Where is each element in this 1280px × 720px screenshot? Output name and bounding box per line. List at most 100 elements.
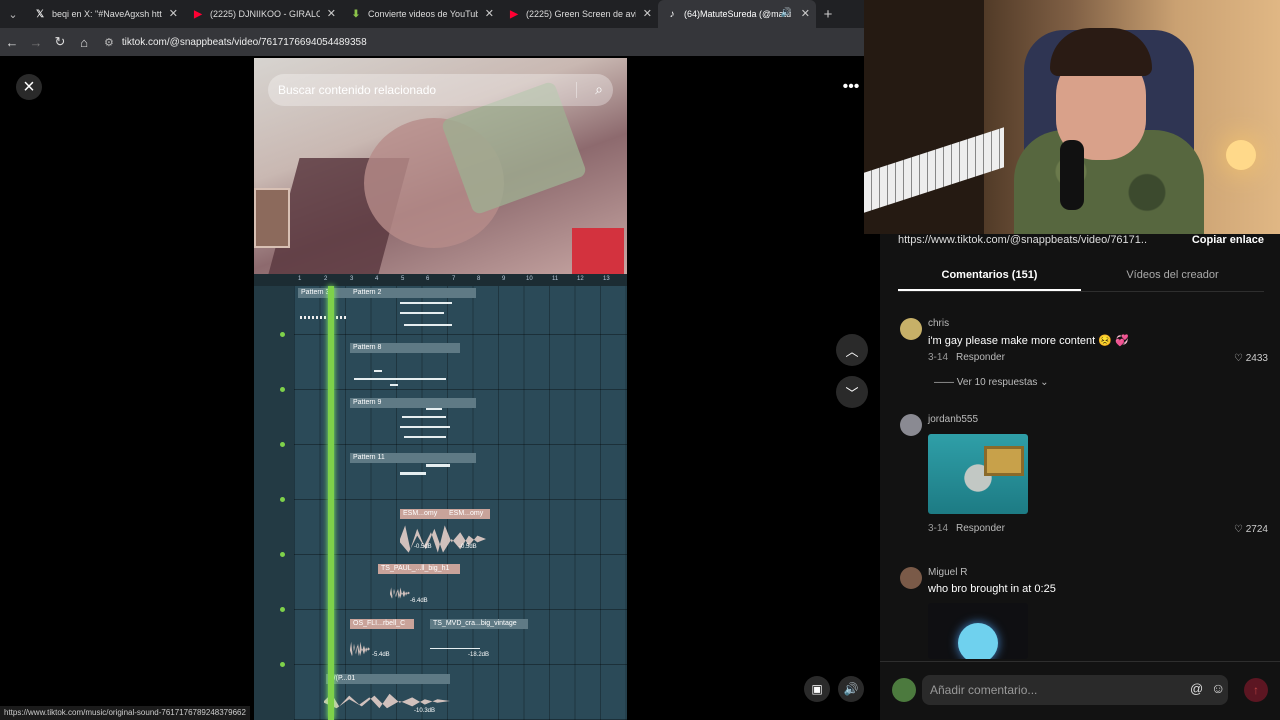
- site-info-icon[interactable]: ⚙: [104, 36, 114, 49]
- comment-text: i'm gay please make more content 😣 💞: [928, 335, 1129, 347]
- pattern-clip[interactable]: Pattern 9: [350, 398, 476, 408]
- gain-label: -6.4dB: [410, 598, 428, 604]
- playhead-marker[interactable]: [328, 286, 334, 720]
- ruler-tick: 3: [350, 276, 354, 282]
- copy-link-button[interactable]: Copiar enlace: [1192, 234, 1264, 248]
- playlist-grid: [294, 286, 627, 720]
- status-bar-url: https://www.tiktok.com/music/original-so…: [0, 706, 250, 720]
- heart-icon: ♡: [1234, 524, 1246, 535]
- comment-text: who bro brought in at 0:25: [928, 583, 1056, 595]
- reload-icon[interactable]: ↻: [48, 34, 72, 50]
- share-link-row: https://www.tiktok.com/@snappbeats/video…: [898, 234, 1264, 248]
- tab-comments[interactable]: Comentarios (151): [898, 264, 1081, 291]
- avatar[interactable]: [900, 567, 922, 589]
- home-icon[interactable]: ⌂: [72, 35, 96, 50]
- pattern-clip[interactable]: Pattern 3: [298, 288, 350, 298]
- tab-youtube-greenscreen[interactable]: ▶ (2225) Green Screen de avion - ✕: [500, 0, 658, 28]
- track-led[interactable]: [280, 552, 285, 557]
- avatar[interactable]: [900, 414, 922, 436]
- avatar[interactable]: [892, 678, 916, 702]
- forward-icon[interactable]: →: [24, 35, 48, 50]
- comment-username[interactable]: jordanb555: [928, 414, 978, 425]
- track-led[interactable]: [280, 497, 285, 502]
- share-link[interactable]: https://www.tiktok.com/@snappbeats/video…: [898, 234, 1148, 248]
- comment-input-row: Añadir comentario... @ ☺ ↑: [880, 661, 1280, 720]
- audio-clip[interactable]: OS_FLI...rbell_C: [350, 619, 414, 629]
- comment-image[interactable]: [928, 434, 1028, 514]
- next-video-icon[interactable]: ﹀: [836, 376, 868, 408]
- close-tab-icon[interactable]: ✕: [485, 7, 494, 20]
- gain-label: -5.4dB: [372, 652, 390, 658]
- send-icon[interactable]: ↑: [1244, 678, 1268, 702]
- view-replies-button[interactable]: —— Ver 10 respuestas ⌄: [934, 377, 1049, 388]
- ruler-tick: 1: [298, 276, 302, 282]
- heart-icon: ♡: [1234, 353, 1246, 364]
- close-tab-icon[interactable]: ✕: [327, 7, 336, 20]
- previous-video-icon[interactable]: ︿: [836, 334, 868, 366]
- search-placeholder: Buscar contenido relacionado: [278, 83, 437, 97]
- close-icon[interactable]: ×: [16, 74, 42, 100]
- comment-meta: 3-14 Responder: [928, 523, 1005, 534]
- youtube-icon: ▶: [510, 8, 518, 20]
- picture-in-picture-icon[interactable]: ▣: [804, 676, 830, 702]
- emoji-icon[interactable]: ☺: [1211, 680, 1225, 696]
- related-search-input[interactable]: Buscar contenido relacionado ⌕: [268, 74, 613, 106]
- track-led[interactable]: [280, 332, 285, 337]
- like-count[interactable]: ♡ 2433: [1234, 353, 1268, 364]
- ruler-tick: 13: [603, 276, 610, 282]
- video-player[interactable]: Buscar contenido relacionado ⌕ 1 2 3 4 5…: [254, 58, 627, 720]
- video-frame-top: Buscar contenido relacionado ⌕: [254, 58, 627, 274]
- back-icon[interactable]: ←: [0, 35, 24, 50]
- comment-image[interactable]: [928, 603, 1028, 659]
- search-icon[interactable]: ⌕: [595, 81, 603, 98]
- pattern-clip[interactable]: Pattern 11: [350, 453, 476, 463]
- comment-date: 3-14: [928, 523, 949, 534]
- comment-username[interactable]: Miguel R: [928, 567, 967, 578]
- view-replies-label: Ver 10 respuestas: [956, 377, 1038, 388]
- tab-title: Convierte videos de YouTube a: [368, 9, 478, 19]
- video-picture: [254, 188, 290, 248]
- tab-converter[interactable]: ⬇ Convierte videos de YouTube a ✕: [342, 0, 500, 28]
- webcam-lamp: [1226, 140, 1256, 170]
- comment-date: 3-14: [928, 352, 949, 363]
- close-tab-icon[interactable]: ✕: [643, 7, 652, 20]
- comment-input[interactable]: Añadir comentario...: [922, 675, 1228, 705]
- note-strip: [400, 312, 444, 314]
- track-led[interactable]: [280, 607, 285, 612]
- ruler-tick: 10: [526, 276, 533, 282]
- like-count[interactable]: ♡ 2724: [1234, 524, 1268, 535]
- more-options-icon[interactable]: •••: [838, 74, 864, 100]
- audio-clip[interactable]: W(P...01: [326, 674, 450, 684]
- close-tab-icon[interactable]: ✕: [169, 7, 178, 20]
- audio-clip[interactable]: ESM...omy: [446, 509, 490, 519]
- close-tab-icon[interactable]: ✕: [801, 7, 810, 20]
- pattern-clip[interactable]: Pattern 2: [350, 288, 476, 298]
- note-strip: [402, 416, 446, 418]
- reply-button[interactable]: Responder: [956, 523, 1005, 534]
- reply-button[interactable]: Responder: [956, 352, 1005, 363]
- ruler-tick: 2: [324, 276, 328, 282]
- ruler-tick: 12: [577, 276, 584, 282]
- tab-search-icon[interactable]: ⌄: [0, 0, 26, 28]
- audio-clip[interactable]: TS_PAUL_...ll_big_h1: [378, 564, 460, 574]
- audio-clip[interactable]: TS_MVD_cra...big_vintage: [430, 619, 528, 629]
- new-tab-icon[interactable]: +: [816, 6, 840, 23]
- download-icon: ⬇: [351, 8, 361, 20]
- tab-x[interactable]: 𝕏 beqi en X: "#NaveAgxsh https:/ ✕: [26, 0, 184, 28]
- audio-clip[interactable]: ESM...omy: [400, 509, 446, 519]
- track-led[interactable]: [280, 442, 285, 447]
- note-strip: [374, 370, 382, 372]
- tab-youtube-giralo[interactable]: ▶ (2225) DJNIIKOO - GIRALO (AFRO ✕: [184, 0, 342, 28]
- mention-icon[interactable]: @: [1190, 681, 1203, 696]
- track-led[interactable]: [280, 662, 285, 667]
- url-field[interactable]: tiktok.com/@snappbeats/video/76171766940…: [122, 37, 367, 48]
- tab-creator-videos[interactable]: Vídeos del creador: [1081, 264, 1264, 291]
- speaker-icon[interactable]: 🔊: [781, 7, 792, 18]
- track-led[interactable]: [280, 387, 285, 392]
- avatar[interactable]: [900, 318, 922, 340]
- volume-icon[interactable]: 🔊: [838, 676, 864, 702]
- pattern-clip[interactable]: Pattern 8: [350, 343, 460, 353]
- comment-username[interactable]: chris: [928, 318, 949, 329]
- video-card: [572, 228, 624, 274]
- tab-tiktok[interactable]: ♪ (64)MatuteSureda (@matu 🔊 ✕: [658, 0, 816, 28]
